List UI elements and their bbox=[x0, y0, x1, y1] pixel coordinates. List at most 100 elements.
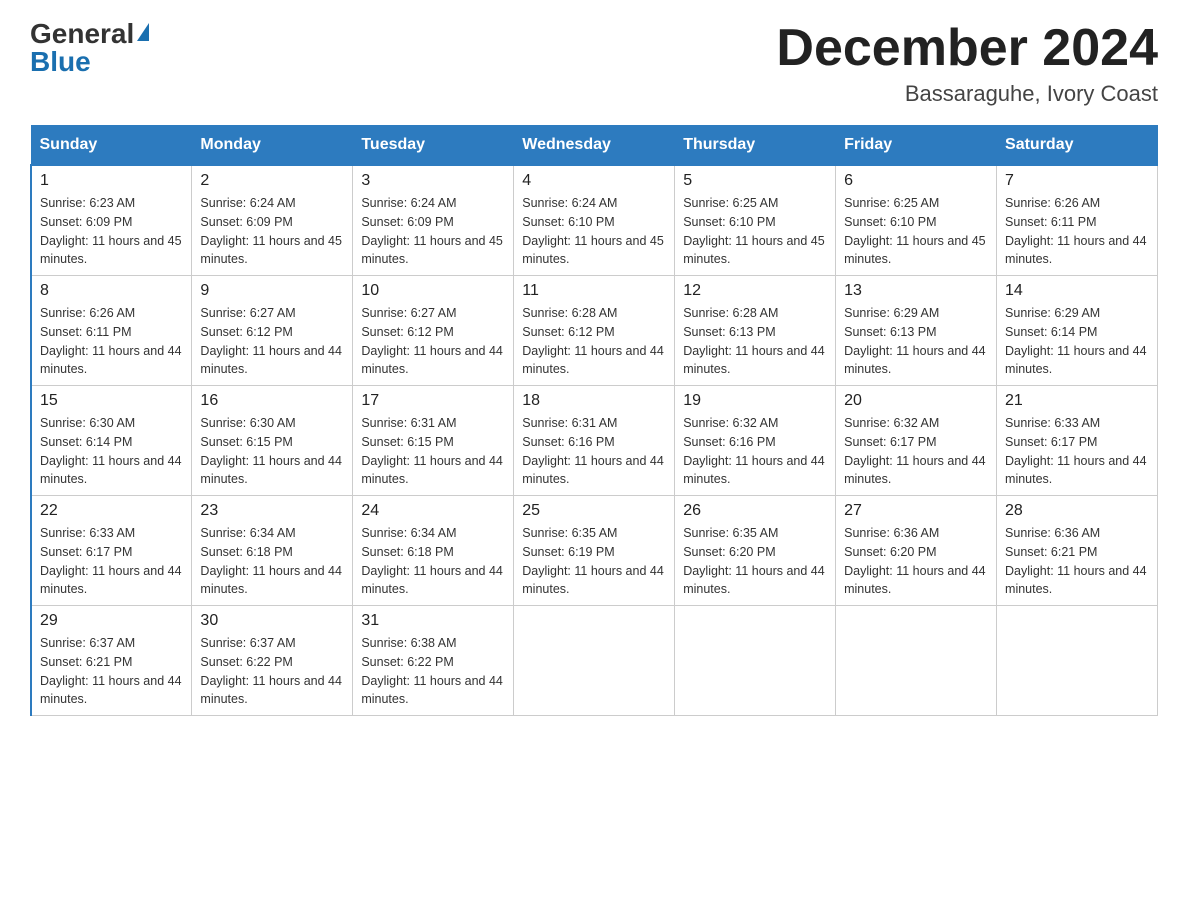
day-number: 1 bbox=[40, 172, 183, 190]
calendar-week-row: 8 Sunrise: 6:26 AMSunset: 6:11 PMDaylight… bbox=[31, 276, 1158, 386]
calendar-cell: 9 Sunrise: 6:27 AMSunset: 6:12 PMDaylight… bbox=[192, 276, 353, 386]
calendar-week-row: 1Sunrise: 6:23 AMSunset: 6:09 PMDaylight… bbox=[31, 165, 1158, 276]
calendar-cell: 13 Sunrise: 6:29 AMSunset: 6:13 PMDayligh… bbox=[836, 276, 997, 386]
day-number: 4 bbox=[522, 172, 666, 190]
day-info: Sunrise: 6:26 AMSunset: 6:11 PMDaylight:… bbox=[40, 304, 183, 379]
day-info: Sunrise: 6:29 AMSunset: 6:14 PMDaylight:… bbox=[1005, 304, 1149, 379]
column-header-tuesday: Tuesday bbox=[353, 126, 514, 166]
column-header-sunday: Sunday bbox=[31, 126, 192, 166]
calendar-cell: 22 Sunrise: 6:33 AMSunset: 6:17 PMDayligh… bbox=[31, 496, 192, 606]
day-info: Sunrise: 6:31 AMSunset: 6:15 PMDaylight:… bbox=[361, 414, 505, 489]
day-info: Sunrise: 6:31 AMSunset: 6:16 PMDaylight:… bbox=[522, 414, 666, 489]
title-section: December 2024 Bassaraguhe, Ivory Coast bbox=[776, 20, 1158, 107]
calendar-cell: 21 Sunrise: 6:33 AMSunset: 6:17 PMDayligh… bbox=[997, 386, 1158, 496]
calendar-cell: 12Sunrise: 6:28 AMSunset: 6:13 PMDayligh… bbox=[675, 276, 836, 386]
day-info: Sunrise: 6:35 AMSunset: 6:20 PMDaylight:… bbox=[683, 524, 827, 599]
day-number: 20 bbox=[844, 392, 988, 410]
day-info: Sunrise: 6:32 AMSunset: 6:17 PMDaylight:… bbox=[844, 414, 988, 489]
day-info: Sunrise: 6:24 AMSunset: 6:09 PMDaylight:… bbox=[200, 194, 344, 269]
column-header-wednesday: Wednesday bbox=[514, 126, 675, 166]
day-number: 25 bbox=[522, 502, 666, 520]
day-number: 24 bbox=[361, 502, 505, 520]
calendar-cell: 25 Sunrise: 6:35 AMSunset: 6:19 PMDayligh… bbox=[514, 496, 675, 606]
day-info: Sunrise: 6:27 AMSunset: 6:12 PMDaylight:… bbox=[200, 304, 344, 379]
day-number: 2 bbox=[200, 172, 344, 190]
calendar-cell: 29Sunrise: 6:37 AMSunset: 6:21 PMDayligh… bbox=[31, 606, 192, 716]
column-header-thursday: Thursday bbox=[675, 126, 836, 166]
calendar-cell: 3 Sunrise: 6:24 AMSunset: 6:09 PMDaylight… bbox=[353, 165, 514, 276]
day-info: Sunrise: 6:33 AMSunset: 6:17 PMDaylight:… bbox=[1005, 414, 1149, 489]
day-number: 26 bbox=[683, 502, 827, 520]
calendar-cell bbox=[836, 606, 997, 716]
calendar-cell: 14Sunrise: 6:29 AMSunset: 6:14 PMDayligh… bbox=[997, 276, 1158, 386]
day-info: Sunrise: 6:35 AMSunset: 6:19 PMDaylight:… bbox=[522, 524, 666, 599]
calendar-cell: 23Sunrise: 6:34 AMSunset: 6:18 PMDayligh… bbox=[192, 496, 353, 606]
calendar-cell: 7Sunrise: 6:26 AMSunset: 6:11 PMDaylight… bbox=[997, 165, 1158, 276]
calendar-cell: 4 Sunrise: 6:24 AMSunset: 6:10 PMDaylight… bbox=[514, 165, 675, 276]
column-header-saturday: Saturday bbox=[997, 126, 1158, 166]
calendar-week-row: 15 Sunrise: 6:30 AMSunset: 6:14 PMDayligh… bbox=[31, 386, 1158, 496]
day-number: 18 bbox=[522, 392, 666, 410]
day-number: 16 bbox=[200, 392, 344, 410]
day-info: Sunrise: 6:38 AMSunset: 6:22 PMDaylight:… bbox=[361, 634, 505, 709]
day-number: 12 bbox=[683, 282, 827, 300]
logo: General Blue bbox=[30, 20, 149, 76]
calendar-week-row: 29Sunrise: 6:37 AMSunset: 6:21 PMDayligh… bbox=[31, 606, 1158, 716]
day-info: Sunrise: 6:33 AMSunset: 6:17 PMDaylight:… bbox=[40, 524, 183, 599]
day-info: Sunrise: 6:30 AMSunset: 6:14 PMDaylight:… bbox=[40, 414, 183, 489]
calendar-cell: 26 Sunrise: 6:35 AMSunset: 6:20 PMDayligh… bbox=[675, 496, 836, 606]
day-number: 8 bbox=[40, 282, 183, 300]
day-info: Sunrise: 6:24 AMSunset: 6:10 PMDaylight:… bbox=[522, 194, 666, 269]
calendar-week-row: 22 Sunrise: 6:33 AMSunset: 6:17 PMDayligh… bbox=[31, 496, 1158, 606]
day-info: Sunrise: 6:36 AMSunset: 6:20 PMDaylight:… bbox=[844, 524, 988, 599]
day-number: 27 bbox=[844, 502, 988, 520]
calendar-cell bbox=[997, 606, 1158, 716]
day-info: Sunrise: 6:30 AMSunset: 6:15 PMDaylight:… bbox=[200, 414, 344, 489]
day-number: 28 bbox=[1005, 502, 1149, 520]
calendar-header-row: SundayMondayTuesdayWednesdayThursdayFrid… bbox=[31, 126, 1158, 166]
day-info: Sunrise: 6:25 AMSunset: 6:10 PMDaylight:… bbox=[683, 194, 827, 269]
day-number: 22 bbox=[40, 502, 183, 520]
day-info: Sunrise: 6:27 AMSunset: 6:12 PMDaylight:… bbox=[361, 304, 505, 379]
day-number: 29 bbox=[40, 612, 183, 630]
day-number: 15 bbox=[40, 392, 183, 410]
day-number: 30 bbox=[200, 612, 344, 630]
calendar-cell: 24Sunrise: 6:34 AMSunset: 6:18 PMDayligh… bbox=[353, 496, 514, 606]
day-number: 13 bbox=[844, 282, 988, 300]
day-number: 21 bbox=[1005, 392, 1149, 410]
calendar-cell: 20 Sunrise: 6:32 AMSunset: 6:17 PMDayligh… bbox=[836, 386, 997, 496]
logo-triangle-icon bbox=[137, 23, 149, 41]
calendar-cell: 5 Sunrise: 6:25 AMSunset: 6:10 PMDaylight… bbox=[675, 165, 836, 276]
day-info: Sunrise: 6:25 AMSunset: 6:10 PMDaylight:… bbox=[844, 194, 988, 269]
day-number: 9 bbox=[200, 282, 344, 300]
calendar-cell: 6 Sunrise: 6:25 AMSunset: 6:10 PMDaylight… bbox=[836, 165, 997, 276]
day-number: 3 bbox=[361, 172, 505, 190]
calendar-cell: 18 Sunrise: 6:31 AMSunset: 6:16 PMDayligh… bbox=[514, 386, 675, 496]
calendar-cell: 15 Sunrise: 6:30 AMSunset: 6:14 PMDayligh… bbox=[31, 386, 192, 496]
calendar-cell: 10Sunrise: 6:27 AMSunset: 6:12 PMDayligh… bbox=[353, 276, 514, 386]
day-number: 5 bbox=[683, 172, 827, 190]
calendar-cell: 31 Sunrise: 6:38 AMSunset: 6:22 PMDayligh… bbox=[353, 606, 514, 716]
column-header-friday: Friday bbox=[836, 126, 997, 166]
calendar-cell: 30 Sunrise: 6:37 AMSunset: 6:22 PMDayligh… bbox=[192, 606, 353, 716]
calendar-cell: 27 Sunrise: 6:36 AMSunset: 6:20 PMDayligh… bbox=[836, 496, 997, 606]
calendar-cell: 17Sunrise: 6:31 AMSunset: 6:15 PMDayligh… bbox=[353, 386, 514, 496]
day-info: Sunrise: 6:36 AMSunset: 6:21 PMDaylight:… bbox=[1005, 524, 1149, 599]
day-number: 19 bbox=[683, 392, 827, 410]
logo-general-text: General bbox=[30, 20, 134, 48]
day-info: Sunrise: 6:32 AMSunset: 6:16 PMDaylight:… bbox=[683, 414, 827, 489]
day-number: 11 bbox=[522, 282, 666, 300]
calendar-cell: 16 Sunrise: 6:30 AMSunset: 6:15 PMDayligh… bbox=[192, 386, 353, 496]
calendar-cell: 28 Sunrise: 6:36 AMSunset: 6:21 PMDayligh… bbox=[997, 496, 1158, 606]
day-info: Sunrise: 6:24 AMSunset: 6:09 PMDaylight:… bbox=[361, 194, 505, 269]
day-info: Sunrise: 6:29 AMSunset: 6:13 PMDaylight:… bbox=[844, 304, 988, 379]
day-info: Sunrise: 6:37 AMSunset: 6:22 PMDaylight:… bbox=[200, 634, 344, 709]
day-number: 31 bbox=[361, 612, 505, 630]
location-text: Bassaraguhe, Ivory Coast bbox=[776, 81, 1158, 107]
calendar-cell: 2 Sunrise: 6:24 AMSunset: 6:09 PMDaylight… bbox=[192, 165, 353, 276]
calendar-cell bbox=[514, 606, 675, 716]
column-header-monday: Monday bbox=[192, 126, 353, 166]
day-number: 23 bbox=[200, 502, 344, 520]
day-info: Sunrise: 6:26 AMSunset: 6:11 PMDaylight:… bbox=[1005, 194, 1149, 269]
day-number: 6 bbox=[844, 172, 988, 190]
